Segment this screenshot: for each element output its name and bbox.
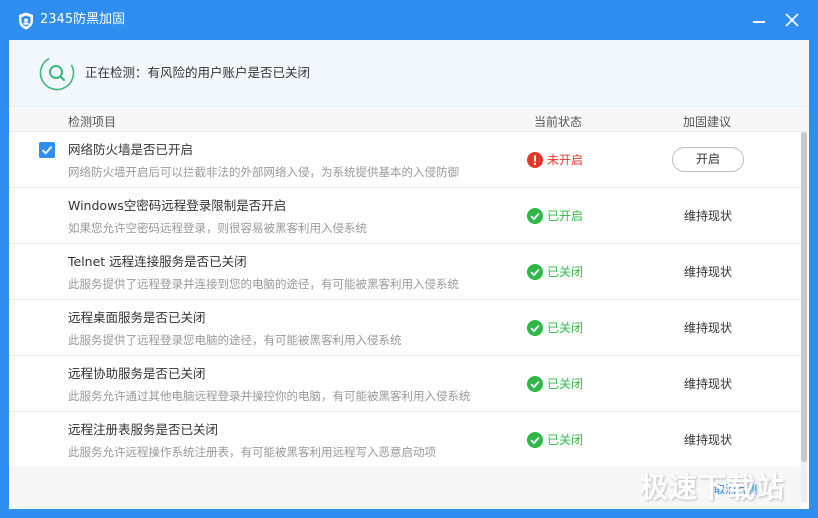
column-header-advice: 加固建议 — [683, 115, 732, 129]
check-circle-icon — [527, 208, 543, 224]
warning-icon — [527, 152, 543, 168]
table-row: Windows空密码远程登录限制是否开启如果您允许空密码远程登录，则很容易被黑客… — [9, 188, 801, 244]
window-title: 2345防黑加固 — [40, 12, 126, 27]
row-advice-text: 维持现状 — [684, 265, 733, 279]
scrollbar-thumb[interactable] — [801, 132, 807, 462]
row-advice-text: 维持现状 — [684, 321, 733, 335]
row-description: 此服务允许通过其他电脑远程登录并操控你的电脑，有可能被黑客利用入侵系统 — [68, 389, 471, 403]
row-status-text: 已开启 — [547, 209, 584, 223]
check-circle-icon — [527, 432, 543, 448]
row-description: 如果您允许空密码远程登录，则很容易被黑客利用入侵系统 — [68, 221, 367, 235]
row-title: 网络防火墙是否已开启 — [68, 142, 194, 157]
row-advice-text: 维持现状 — [684, 209, 733, 223]
row-status-text: 已关闭 — [547, 377, 584, 391]
check-list: 网络防火墙是否已开启网络防火墙开启后可以拦截非法的外部网络入侵，为系统提供基本的… — [9, 132, 801, 468]
scrollbar[interactable] — [801, 132, 807, 502]
check-circle-icon — [527, 376, 543, 392]
search-icon — [39, 55, 75, 91]
table-row: 远程桌面服务是否已关闭此服务提供了远程登录您电脑的途径，有可能被黑客利用入侵系统… — [9, 300, 801, 356]
main-panel: 正在检测：有风险的用户账户是否已关闭 检测项目 当前状态 加固建议 网络防火墙是… — [9, 40, 809, 509]
scan-status-bar: 正在检测：有风险的用户账户是否已关闭 — [9, 40, 809, 107]
row-advice-text: 维持现状 — [684, 433, 733, 447]
column-header-item: 检测项目 — [68, 115, 117, 129]
row-title: Telnet 远程连接服务是否已关闭 — [68, 254, 247, 269]
check-circle-icon — [527, 320, 543, 336]
close-icon[interactable] — [780, 8, 804, 32]
scan-status-text: 正在检测：有风险的用户账户是否已关闭 — [85, 65, 311, 80]
title-bar[interactable]: 2345防黑加固 — [0, 0, 818, 40]
row-status-text: 未开启 — [547, 153, 584, 167]
row-description: 此服务提供了远程登录您电脑的途径，有可能被黑客利用入侵系统 — [68, 333, 402, 347]
shield-logo-icon — [19, 12, 33, 30]
watermark-logo: 极速下载站 — [640, 471, 786, 504]
row-title: Windows空密码远程登录限制是否开启 — [68, 198, 287, 213]
row-description: 此服务允许远程操作系统注册表，有可能被黑客利用远程写入恶意启动项 — [68, 445, 436, 459]
row-title: 远程桌面服务是否已关闭 — [68, 310, 206, 325]
row-status-text: 已关闭 — [547, 321, 584, 335]
row-description: 网络防火墙开启后可以拦截非法的外部网络入侵，为系统提供基本的入侵防御 — [68, 165, 459, 179]
app-window: 2345防黑加固 正在检测：有风险的用户账户是否已关闭 检测项目 当前状态 加固… — [0, 0, 818, 518]
row-advice-text: 维持现状 — [684, 377, 733, 391]
row-status-text: 已关闭 — [547, 433, 584, 447]
row-status-text: 已关闭 — [547, 265, 584, 279]
row-title: 远程注册表服务是否已关闭 — [68, 422, 219, 437]
table-row: 网络防火墙是否已开启网络防火墙开启后可以拦截非法的外部网络入侵，为系统提供基本的… — [9, 132, 801, 188]
row-checkbox[interactable] — [39, 142, 55, 158]
row-title: 远程协助服务是否已关闭 — [68, 366, 206, 381]
minimize-icon[interactable] — [747, 8, 771, 32]
table-row: 远程注册表服务是否已关闭此服务允许远程操作系统注册表，有可能被黑客利用远程写入恶… — [9, 412, 801, 468]
table-row: Telnet 远程连接服务是否已关闭此服务提供了远程登录并连接到您的电脑的途径，… — [9, 244, 801, 300]
check-circle-icon — [527, 264, 543, 280]
column-header-state: 当前状态 — [534, 115, 583, 129]
enable-button[interactable]: 开启 — [672, 147, 744, 172]
row-description: 此服务提供了远程登录并连接到您的电脑的途径，有可能被黑客利用入侵系统 — [68, 277, 459, 291]
table-header: 检测项目 当前状态 加固建议 — [9, 108, 809, 132]
table-row: 远程协助服务是否已关闭此服务允许通过其他电脑远程登录并操控你的电脑，有可能被黑客… — [9, 356, 801, 412]
